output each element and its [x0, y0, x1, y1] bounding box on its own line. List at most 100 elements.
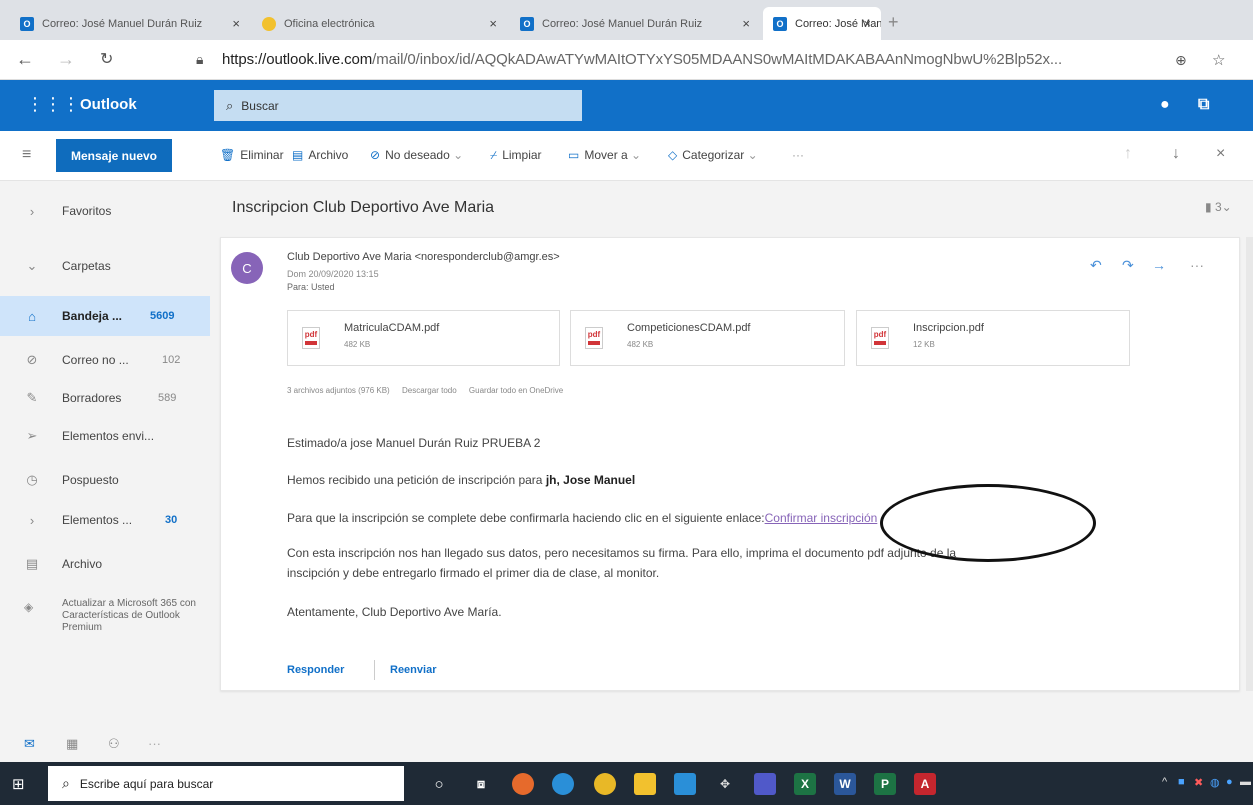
avatar[interactable]: C [231, 252, 263, 284]
taskbar-search-input[interactable]: ⌕ Escribe aquí para buscar [48, 766, 404, 801]
file-explorer-icon[interactable] [634, 773, 656, 795]
acrobat-icon[interactable]: A [914, 773, 936, 795]
windows-start-icon[interactable]: ⊞ [12, 775, 25, 793]
refresh-icon[interactable]: ↻ [100, 49, 113, 69]
close-tab-icon[interactable]: × [742, 16, 750, 31]
chevron-down-icon: ⌄ [631, 148, 642, 162]
folders-header[interactable]: ⌄ Carpetas [0, 246, 210, 286]
confirm-registration-link[interactable]: Confirmar inscripción [765, 511, 878, 525]
upgrade-promo[interactable]: Actualizar a Microsoft 365 con Caracterí… [62, 598, 202, 634]
more-apps-icon[interactable]: ··· [148, 736, 161, 751]
close-tab-icon[interactable]: × [863, 16, 871, 31]
archive-button[interactable]: ▤ Archivo [292, 148, 348, 162]
browser-tab-3[interactable]: O Correo: José Manuel Durán Ruiz × [510, 7, 760, 40]
chrome-icon[interactable] [594, 773, 616, 795]
folder-move-icon: ▭ [568, 148, 580, 162]
zoom-icon[interactable]: ⊕ [1175, 52, 1187, 69]
teams-icon[interactable]: ⧉ [1198, 96, 1209, 114]
app-launcher-icon[interactable]: ⋮⋮⋮ [26, 94, 80, 115]
outlook-brand[interactable]: Outlook [80, 96, 137, 113]
diamond-icon: ◈ [24, 600, 34, 614]
close-tab-icon[interactable]: × [489, 16, 497, 31]
forward-arrow-icon[interactable]: → [57, 49, 75, 70]
browser-tab-1[interactable]: O Correo: José Manuel Durán Ruiz × [10, 7, 250, 40]
attachment-card[interactable]: pdf MatriculaCDAM.pdf 482 KB [287, 310, 560, 366]
reply-button[interactable]: Responder [287, 664, 344, 676]
outlook-favicon-icon: O [20, 16, 34, 31]
save-onedrive-link[interactable]: Guardar todo en OneDrive [469, 386, 563, 395]
cortana-icon[interactable]: ○ [428, 773, 450, 795]
browser-tab-4-active[interactable]: O Correo: José Manuel Durán Ruiz × [763, 7, 881, 40]
download-all-link[interactable]: Descargar todo [402, 386, 457, 395]
folder-label: Bandeja ... [62, 309, 123, 323]
junk-button[interactable]: ⊘ No deseado ⌄ [370, 148, 463, 162]
folder-drafts[interactable]: ✎ Borradores 589 [0, 380, 210, 416]
url-field[interactable]: https://outlook.live.com/mail/0/inbox/id… [222, 51, 1062, 68]
attachment-name: MatriculaCDAM.pdf [344, 322, 440, 334]
forward-icon[interactable]: → [1152, 257, 1166, 273]
folder-junk[interactable]: ⊘ Correo no ... 102 [0, 342, 210, 378]
back-arrow-icon[interactable]: ← [16, 49, 34, 70]
delete-button[interactable]: 🗑︎ Eliminar [220, 148, 284, 162]
folder-label: Correo no ... [62, 353, 129, 367]
dropbox-icon[interactable]: ✥ [714, 773, 736, 795]
project-icon[interactable]: P [874, 773, 896, 795]
folder-inbox[interactable]: ⌂ Bandeja ... 5609 [0, 296, 210, 336]
edge-icon[interactable] [552, 773, 574, 795]
scrollbar[interactable] [1246, 237, 1253, 691]
up-arrow-icon[interactable]: ↑ [1124, 145, 1132, 163]
new-message-button[interactable]: Mensaje nuevo [56, 139, 172, 172]
reply-icon[interactable]: ↶ [1090, 257, 1102, 274]
attachment-card[interactable]: pdf CompeticionesCDAM.pdf 482 KB [570, 310, 845, 366]
hamburger-menu-icon[interactable]: ≡ [22, 146, 31, 164]
thread-count[interactable]: ▮ 3⌄ [1205, 200, 1232, 214]
mail-app-icon[interactable] [674, 773, 696, 795]
close-tab-icon[interactable]: × [232, 16, 240, 31]
battery-icon[interactable]: ● [1226, 776, 1233, 788]
forward-button[interactable]: Reenviar [390, 664, 436, 676]
chevron-right-icon: › [29, 512, 35, 528]
folder-sent[interactable]: ➢ Elementos envi... [0, 418, 210, 454]
attachment-size: 482 KB [627, 340, 654, 349]
reply-all-icon[interactable]: ↷ [1122, 257, 1134, 274]
browser-tab-2[interactable]: Oficina electrónica × [252, 7, 507, 40]
more-commands-button[interactable]: ··· [792, 148, 804, 162]
block-icon: ⊘ [370, 148, 381, 162]
search-input[interactable]: ⌕ Buscar [214, 90, 582, 121]
task-view-icon[interactable]: ⧈ [470, 773, 492, 795]
folder-deleted[interactable]: › Elementos ... 30 [0, 502, 210, 538]
unread-count: 5609 [150, 310, 175, 322]
excel-icon[interactable]: X [794, 773, 816, 795]
more-actions-icon[interactable]: ··· [1190, 257, 1204, 273]
word-icon[interactable]: W [834, 773, 856, 795]
calendar-icon[interactable]: ▦ [66, 736, 78, 752]
onedrive-icon[interactable]: ■ [1178, 776, 1185, 788]
archive-label: Archivo [308, 148, 349, 162]
body-line-2: Para que la inscripción se complete debe… [287, 511, 877, 525]
favorite-star-icon[interactable]: ☆ [1212, 51, 1225, 69]
favorites-header[interactable]: › Favoritos [0, 191, 210, 231]
new-tab-button[interactable]: + [888, 12, 899, 33]
chevron-right-icon: › [29, 203, 35, 219]
firefox-icon[interactable] [512, 773, 534, 795]
antivirus-icon[interactable]: ✖ [1194, 776, 1203, 789]
people-icon[interactable]: ⚇ [108, 736, 120, 752]
network-icon[interactable]: ◍ [1210, 776, 1220, 789]
teams-app-icon[interactable] [754, 773, 776, 795]
categorize-button[interactable]: ◇ Categorizar ⌄ [668, 148, 758, 162]
skype-icon[interactable]: ● [1160, 96, 1170, 114]
attachment-card[interactable]: pdf Inscripcion.pdf 12 KB [856, 310, 1130, 366]
sweep-button[interactable]: ⌿ Limpiar [490, 148, 542, 163]
sender[interactable]: Club Deportivo Ave Maria <noresponderclu… [287, 251, 560, 263]
move-to-button[interactable]: ▭ Mover a ⌄ [568, 148, 641, 162]
folder-snoozed[interactable]: ◷ Pospuesto [0, 462, 210, 498]
notification-icon[interactable]: ▬ [1240, 776, 1251, 788]
browser-tab-bar: O Correo: José Manuel Durán Ruiz × Ofici… [0, 0, 1253, 40]
chevron-down-icon: ⌄ [26, 258, 38, 273]
down-arrow-icon[interactable]: ↓ [1172, 145, 1180, 163]
mail-icon[interactable]: ✉ [24, 736, 35, 752]
move-label: Mover a [584, 148, 628, 162]
tray-chevron-icon[interactable]: ^ [1162, 776, 1167, 788]
close-icon[interactable]: × [1216, 145, 1225, 163]
folder-archive[interactable]: ▤ Archivo [0, 546, 210, 582]
